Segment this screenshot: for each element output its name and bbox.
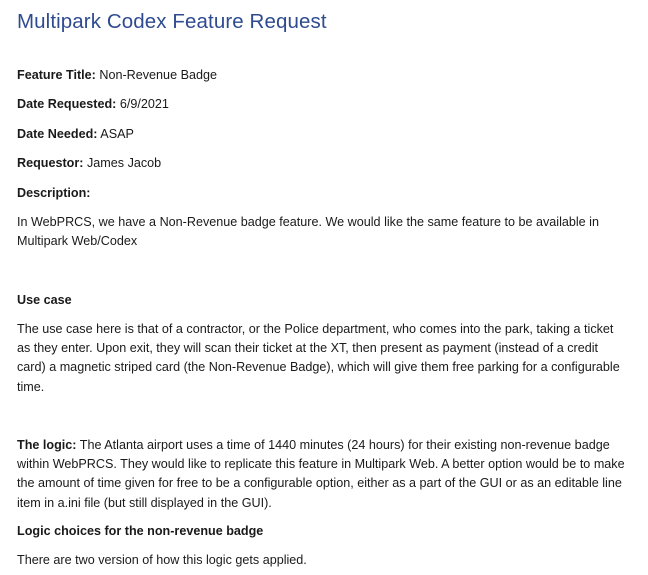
requestor-row: Requestor: James Jacob [17,154,161,173]
use-case-text: The use case here is that of a contracto… [17,322,620,394]
requestor-value: James Jacob [86,156,162,170]
use-case-heading: Use case [17,293,72,307]
date-needed-label: Date Needed: [17,127,98,141]
date-needed-row: Date Needed: ASAP [17,125,134,144]
date-requested-value: 6/9/2021 [119,97,169,111]
feature-title-value: Non-Revenue Badge [99,68,217,82]
logic-text: The Atlanta airport uses a time of 1440 … [17,438,625,510]
requestor-label: Requestor: [17,156,84,170]
logic-choices-heading: Logic choices for the non-revenue badge [17,524,264,538]
logic-label: The logic: [17,438,77,452]
versions-text: There are two version of how this logic … [17,553,307,567]
feature-title-row: Feature Title: Non-Revenue Badge [17,66,217,85]
date-requested-label: Date Requested: [17,97,117,111]
logic-paragraph: The logic: The Atlanta airport uses a ti… [17,436,625,513]
description-text: In WebPRCS, we have a Non-Revenue badge … [17,215,599,249]
feature-title-label: Feature Title: [17,68,96,82]
document-title: Multipark Codex Feature Request [17,10,327,33]
date-requested-row: Date Requested: 6/9/2021 [17,95,169,114]
description-label: Description: [17,186,91,200]
date-needed-value: ASAP [100,127,134,141]
